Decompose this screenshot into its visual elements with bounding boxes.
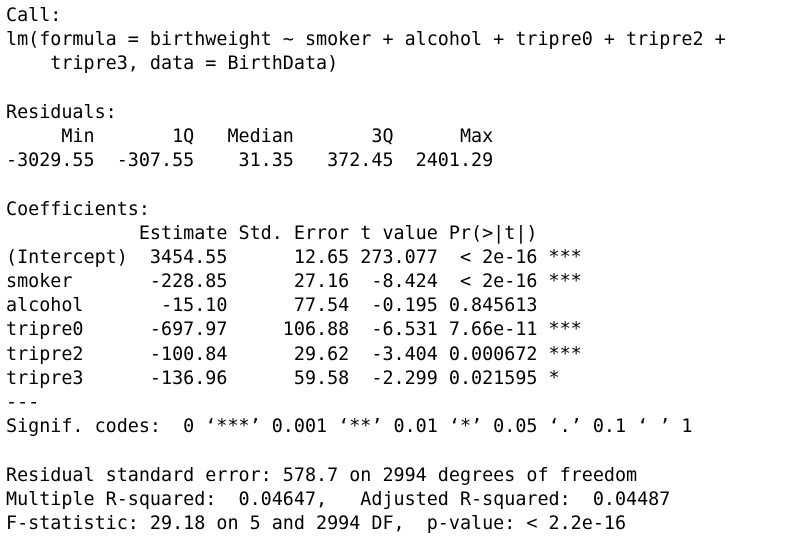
r-squared-line: Multiple R-squared: 0.04647, Adjusted R-…: [6, 488, 682, 510]
residuals-labels: Min 1Q Median 3Q Max: [6, 125, 505, 147]
call-header: Call:: [6, 5, 62, 26]
coef-row-smoker: smoker -228.85 27.16 -8.424 < 2e-16 ***: [6, 271, 582, 293]
residuals-header: Residuals:: [6, 101, 117, 123]
call-formula-line-2: tripre3, data = BirthData): [6, 53, 339, 75]
coef-row-tripre0: tripre0 -697.97 106.88 -6.531 7.66e-11 *…: [6, 319, 582, 341]
separator: ---: [6, 392, 40, 413]
coef-row-tripre2: tripre2 -100.84 29.62 -3.404 0.000672 **…: [6, 343, 582, 365]
coef-row-alcohol: alcohol -15.10 77.54 -0.195 0.845613: [6, 295, 582, 317]
coefficients-column-headers: Estimate Std. Error t value Pr(>|t|): [6, 222, 582, 244]
coef-row-intercept: (Intercept) 3454.55 12.65 273.077 < 2e-1…: [6, 246, 582, 268]
coefficients-header: Coefficients:: [6, 198, 150, 220]
r-console-output: Call: lm(formula = birthweight ~ smoker …: [0, 0, 805, 534]
signif-codes: Signif. codes: 0 ‘***’ 0.001 ‘**’ 0.01 ‘…: [6, 416, 693, 438]
coef-row-tripre3: tripre3 -136.96 59.58 -2.299 0.021595 *: [6, 367, 582, 389]
call-formula-line-1: lm(formula = birthweight ~ smoker + alco…: [6, 29, 726, 51]
residual-standard-error: Residual standard error: 578.7 on 2994 d…: [6, 464, 638, 486]
f-statistic-line: F-statistic: 29.18 on 5 and 2994 DF, p-v…: [6, 512, 627, 534]
residuals-values: -3029.55 -307.55 31.35 372.45 2401.29: [6, 150, 505, 172]
